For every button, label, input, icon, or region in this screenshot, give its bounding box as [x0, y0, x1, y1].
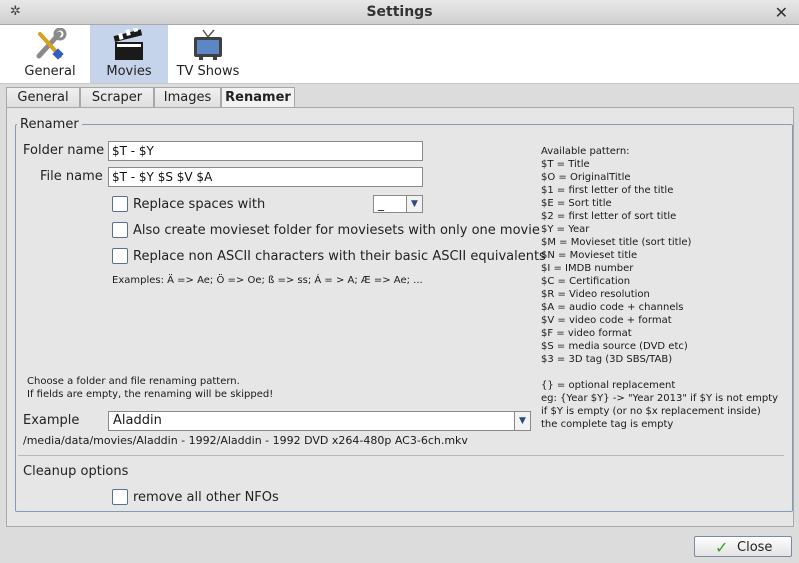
movieset-folder-checkbox[interactable] — [112, 222, 128, 238]
pattern-item: $A = audio code + channels — [541, 302, 684, 313]
settings-toolbar: General Movies TV Shows — [0, 25, 799, 84]
pattern-item: $Y = Year — [541, 224, 590, 235]
pattern-item: $F = video format — [541, 328, 632, 339]
cleanup-options-label: Cleanup options — [23, 464, 129, 479]
pattern-item: $1 = first letter of the title — [541, 185, 674, 196]
separator — [18, 455, 784, 456]
example-label: Example — [23, 413, 80, 428]
pattern-item: $E = Sort title — [541, 198, 612, 209]
chevron-down-icon[interactable]: ▼ — [514, 412, 530, 430]
folder-name-label: Folder name — [23, 143, 105, 158]
renamer-group-title: Renamer — [17, 117, 82, 132]
replace-spaces-checkbox[interactable] — [112, 196, 128, 212]
pattern-legend: Available pattern: $T = Title $O = Origi… — [541, 145, 778, 431]
file-name-input[interactable] — [108, 167, 423, 187]
tab-renamer[interactable]: Renamer — [221, 87, 295, 109]
toolbar-general-label: General — [24, 64, 76, 79]
folder-name-input[interactable] — [108, 141, 423, 161]
pattern-item: $S = media source (DVD etc) — [541, 341, 688, 352]
pattern-item: $O = OriginalTitle — [541, 172, 631, 183]
replace-spaces-value: _ — [378, 197, 384, 211]
pattern-item: $V = video code + format — [541, 315, 672, 326]
tab-images[interactable]: Images — [154, 87, 221, 108]
tools-icon — [36, 28, 67, 60]
optional-pattern: eg: {Year $Y} -> "Year 2013" if $Y is no… — [541, 393, 779, 404]
pattern-item: $M = Movieset title (sort title) — [541, 237, 692, 248]
ascii-replace-label: Replace non ASCII characters with their … — [133, 249, 546, 264]
optional-pattern: {} = optional replacement — [541, 380, 676, 391]
toolbar-movies[interactable]: Movies — [90, 25, 168, 83]
pattern-item: $3 = 3D tag (3D SBS/TAB) — [541, 354, 673, 365]
file-name-label: File name — [40, 169, 103, 184]
pattern-item: $N = Movieset title — [541, 250, 638, 261]
close-icon[interactable]: ✕ — [775, 3, 788, 22]
movieset-folder-label: Also create movieset folder for movieset… — [133, 223, 540, 238]
example-movie-value: Aladdin — [113, 413, 162, 428]
pattern-spacer — [541, 366, 778, 379]
toolbar-movies-label: Movies — [106, 64, 152, 79]
hint-line-1: Choose a folder and file renaming patter… — [27, 376, 240, 387]
television-icon — [194, 29, 222, 60]
remove-nfo-label: remove all other NFOs — [133, 490, 279, 505]
title-bar: ✲ Settings ✕ — [0, 0, 799, 25]
pattern-title: Available pattern: — [541, 146, 630, 157]
pattern-item: $R = Video resolution — [541, 289, 650, 300]
pattern-item: $I = IMDB number — [541, 263, 634, 274]
example-movie-select[interactable]: Aladdin ▼ — [108, 411, 531, 431]
toolbar-tvshows-label: TV Shows — [176, 64, 240, 79]
examples-text: Examples: Ä => Ae; Ö => Oe; ß => ss; Á =… — [112, 275, 423, 286]
replace-spaces-select[interactable]: _ ▼ — [373, 195, 423, 213]
pattern-item: $2 = first letter of sort title — [541, 211, 677, 222]
toolbar-tvshows[interactable]: TV Shows — [170, 25, 246, 83]
optional-pattern: the complete tag is empty — [541, 419, 674, 430]
optional-pattern: if $Y is empty (or no $x replacement ins… — [541, 406, 761, 417]
pattern-item: $C = Certification — [541, 276, 631, 287]
tab-general[interactable]: General — [6, 87, 80, 108]
window-title: Settings — [366, 4, 433, 20]
tab-scraper[interactable]: Scraper — [80, 87, 154, 108]
toolbar-general[interactable]: General — [12, 25, 88, 83]
pattern-item: $T = Title — [541, 159, 590, 170]
replace-spaces-label: Replace spaces with — [133, 197, 266, 212]
ascii-replace-checkbox[interactable] — [112, 248, 128, 264]
hint-line-2: If fields are empty, the renaming will b… — [27, 389, 274, 400]
chevron-down-icon[interactable]: ▼ — [406, 196, 422, 212]
checkmark-icon: ✓ — [715, 538, 729, 557]
example-path: /media/data/movies/Aladdin - 1992/Aladdi… — [23, 434, 468, 447]
clapperboard-icon — [113, 28, 143, 60]
close-button-label: Close — [737, 540, 773, 555]
close-button[interactable]: ✓ Close — [694, 536, 792, 557]
remove-nfo-checkbox[interactable] — [112, 489, 128, 505]
